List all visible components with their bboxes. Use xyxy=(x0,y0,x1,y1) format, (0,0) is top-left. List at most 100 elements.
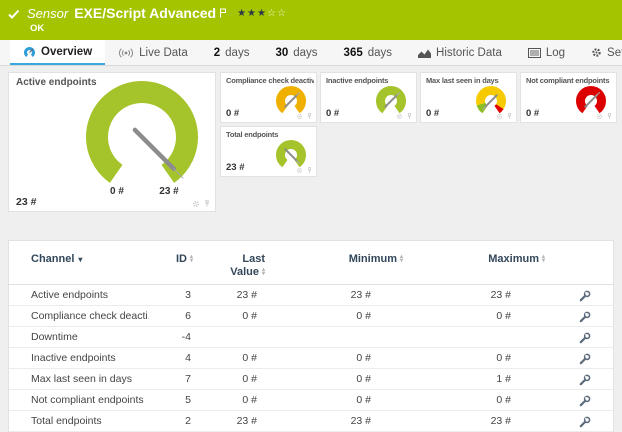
gauge-current-value: 23 # xyxy=(226,162,245,173)
gauge-panel-active-endpoints[interactable]: Active endpoints 0 # 23 # 23 # xyxy=(8,72,216,212)
pin-icon xyxy=(306,113,313,120)
channel-name: Inactive endpoints xyxy=(31,348,149,369)
channel-last-value: 0 # xyxy=(193,390,265,411)
object-kind-label: Sensor xyxy=(27,6,68,21)
tab-settings[interactable]: Settings xyxy=(578,40,622,65)
channel-last-value: 0 # xyxy=(193,369,265,390)
tab-number: 365 xyxy=(344,47,363,59)
gauge-panel-inactive-endpoints[interactable]: Inactive endpoints0 # xyxy=(320,72,417,123)
gauge-scale-max: 23 # xyxy=(156,186,182,197)
tab-label: Overview xyxy=(41,46,92,58)
tab-2-days[interactable]: 2days xyxy=(201,40,263,65)
tab-historic-data[interactable]: Historic Data xyxy=(405,40,515,65)
gauge-panel-max-last-seen-in-days[interactable]: Max last seen in days0 # xyxy=(420,72,517,123)
channel-id: 7 xyxy=(149,369,193,390)
sensor-title: EXE/Script Advanced xyxy=(74,5,216,21)
star-filled-icon[interactable]: ★ xyxy=(237,8,247,19)
column-header-channel[interactable]: Channel▾ xyxy=(31,253,149,266)
gear-icon xyxy=(396,113,403,120)
gauge-panel-compliance-check-deactivated[interactable]: Compliance check deactivated0 # xyxy=(220,72,317,123)
inactive-endpoints-gauge xyxy=(373,84,409,116)
flag-icon[interactable] xyxy=(219,5,227,23)
sensor-status-text: OK xyxy=(30,23,44,34)
gauge-current-value: 0 # xyxy=(226,108,239,119)
priority-stars[interactable]: ★★★☆☆ xyxy=(237,8,287,19)
channel-maximum: 1 # xyxy=(409,369,551,390)
gauge-current-value: 0 # xyxy=(526,108,539,119)
channel-settings-wrench-icon xyxy=(579,332,591,344)
tab-label: Log xyxy=(546,47,565,59)
status-ok-check-icon xyxy=(8,7,20,25)
gear-icon xyxy=(596,113,603,120)
max-last-seen-in-days-gauge xyxy=(473,84,509,116)
tab-365-days[interactable]: 365 days xyxy=(331,40,405,65)
sensor-status-bar: SensorEXE/Script Advanced★★★☆☆ OK xyxy=(0,0,622,40)
gauge-panel-total-endpoints[interactable]: Total endpoints23 # xyxy=(220,126,317,177)
pin-icon xyxy=(406,113,413,120)
live-data-icon xyxy=(118,48,134,58)
channel-maximum: 0 # xyxy=(409,390,551,411)
column-header-id[interactable]: ID▴▾ xyxy=(149,253,193,266)
gauge-current-value: 0 # xyxy=(426,108,439,119)
channel-settings-wrench-icon xyxy=(579,290,591,302)
channel-table-header: Channel▾ ID▴▾ Last Value▴▾ Minimum▴▾ Max… xyxy=(9,241,613,285)
channel-settings-button[interactable] xyxy=(551,411,613,432)
channel-maximum: 0 # xyxy=(409,348,551,369)
tab-label: days xyxy=(368,47,392,59)
channel-id: 3 xyxy=(149,285,193,306)
tab-number: 2 xyxy=(214,47,220,59)
tab-label: Live Data xyxy=(139,47,188,59)
channel-table: Channel▾ ID▴▾ Last Value▴▾ Minimum▴▾ Max… xyxy=(8,240,614,432)
star-empty-icon[interactable]: ☆ xyxy=(267,8,277,19)
tab-log[interactable]: Log xyxy=(515,40,578,65)
total-endpoints-gauge xyxy=(273,138,309,170)
tab-live-data[interactable]: Live Data xyxy=(105,40,201,65)
tab-number: 30 xyxy=(275,47,288,59)
sort-icon: ▴▾ xyxy=(262,268,265,277)
channel-name: Not compliant endpoints xyxy=(31,390,149,411)
sort-desc-icon: ▾ xyxy=(78,255,82,264)
gear-icon xyxy=(591,47,602,58)
channel-settings-button[interactable] xyxy=(551,327,613,348)
historic-data-icon xyxy=(418,48,431,58)
channel-minimum: 0 # xyxy=(265,369,409,390)
column-header-last-value[interactable]: Last Value▴▾ xyxy=(193,253,265,279)
channel-settings-wrench-icon xyxy=(579,353,591,365)
tab-30-days[interactable]: 30 days xyxy=(262,40,330,65)
sort-icon: ▴▾ xyxy=(400,255,403,264)
channel-settings-button[interactable] xyxy=(551,285,613,306)
channel-settings-button[interactable] xyxy=(551,306,613,327)
star-filled-icon[interactable]: ★ xyxy=(257,8,267,19)
gauge-panel-not-compliant-endpoints[interactable]: Not compliant endpoints0 # xyxy=(520,72,617,123)
column-header-minimum[interactable]: Minimum▴▾ xyxy=(265,253,409,266)
table-row-max-last-seen-in-days: Max last seen in days70 #0 #1 # xyxy=(9,369,613,390)
tab-label: days xyxy=(293,47,317,59)
channel-minimum: 23 # xyxy=(265,411,409,432)
channel-maximum: 0 # xyxy=(409,306,551,327)
channel-settings-button[interactable] xyxy=(551,369,613,390)
gauge-current-value: 0 # xyxy=(326,108,339,119)
channel-settings-button[interactable] xyxy=(551,348,613,369)
column-header-maximum[interactable]: Maximum▴▾ xyxy=(409,253,551,266)
channel-id: 4 xyxy=(149,348,193,369)
channel-name: Total endpoints xyxy=(31,411,149,432)
table-row-not-compliant-endpoints: Not compliant endpoints50 #0 #0 # xyxy=(9,390,613,411)
table-row-inactive-endpoints: Inactive endpoints40 #0 #0 # xyxy=(9,348,613,369)
channel-settings-wrench-icon xyxy=(579,416,591,428)
star-empty-icon[interactable]: ☆ xyxy=(277,8,287,19)
tab-bar: Overview Live Data 2days 30 days 365 days Histo… xyxy=(0,40,622,66)
table-row-compliance-check-deacti: Compliance check deacti...60 #0 #0 # xyxy=(9,306,613,327)
pin-icon xyxy=(506,113,513,120)
channel-settings-wrench-icon xyxy=(579,311,591,323)
star-filled-icon[interactable]: ★ xyxy=(247,8,257,19)
active-endpoints-gauge xyxy=(67,79,217,191)
channel-minimum: 0 # xyxy=(265,390,409,411)
channel-settings-wrench-icon xyxy=(579,395,591,407)
pin-icon xyxy=(306,167,313,174)
tab-overview[interactable]: Overview xyxy=(10,40,105,65)
channel-minimum: 23 # xyxy=(265,285,409,306)
table-row-downtime: Downtime-4 xyxy=(9,327,613,348)
channel-id: 5 xyxy=(149,390,193,411)
channel-settings-button[interactable] xyxy=(551,390,613,411)
gear-icon xyxy=(296,113,303,120)
